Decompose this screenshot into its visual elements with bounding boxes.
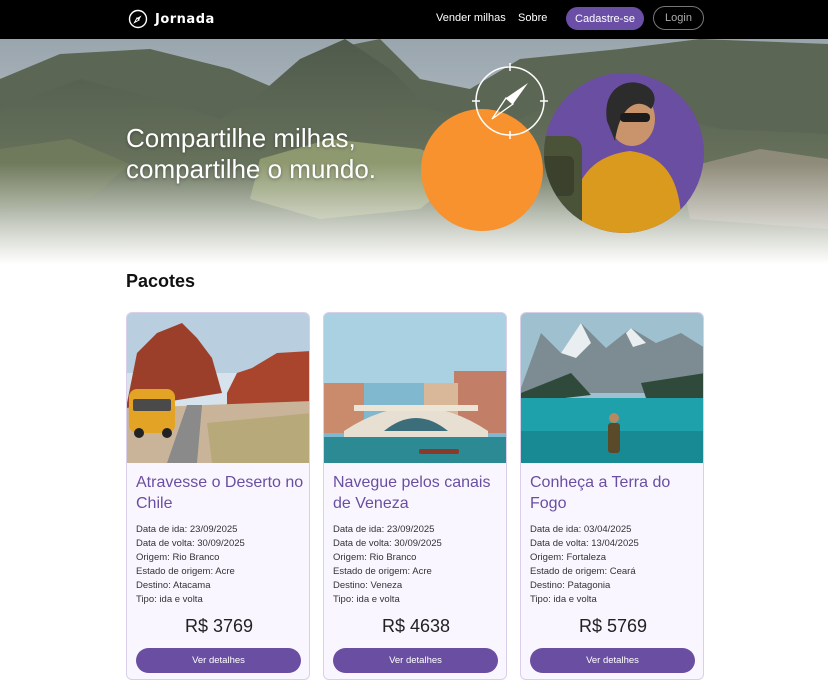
login-button[interactable]: Login (653, 6, 704, 30)
view-details-button[interactable]: Ver detalhes (530, 648, 695, 673)
detail-origin: Origem: Rio Branco (333, 552, 417, 563)
detail-departure: Data de ida: 23/09/2025 (333, 524, 435, 535)
detail-departure: Data de ida: 03/04/2025 (530, 524, 632, 535)
package-title: Conheça a Terra do Fogo (530, 474, 671, 512)
view-details-button[interactable]: Ver detalhes (136, 648, 301, 673)
detail-destination: Destino: Veneza (333, 580, 403, 591)
package-price: R$ 4638 (381, 616, 451, 636)
hero-banner: Compartilhe milhas, compartilhe o mundo. (0, 39, 828, 264)
package-photo-lake (521, 313, 703, 463)
detail-type: Tipo: ida e volta (333, 594, 400, 605)
detail-origin-state: Estado de origem: Ceará (530, 566, 636, 577)
detail-return: Data de volta: 30/09/2025 (136, 538, 245, 549)
detail-return: Data de volta: 13/04/2025 (530, 538, 639, 549)
package-photo-venice (324, 313, 506, 463)
package-price: R$ 5769 (578, 616, 648, 636)
detail-departure: Data de ida: 23/09/2025 (136, 524, 238, 535)
package-title: Navegue pelos canais de Veneza (333, 474, 491, 512)
package-price: R$ 3769 (184, 616, 254, 636)
package-photo-desert (127, 313, 309, 463)
hero-title-line2: compartilhe o mundo. (126, 154, 377, 184)
signup-button[interactable]: Cadastre-se (566, 7, 644, 30)
nav-sobre[interactable]: Sobre (518, 12, 547, 24)
nav-vender-milhas[interactable]: Vender milhas (436, 12, 506, 24)
view-details-button[interactable]: Ver detalhes (333, 648, 498, 673)
hero-title-line1: Compartilhe milhas, (126, 123, 356, 153)
logo-compass-icon (128, 9, 148, 29)
detail-origin-state: Estado de origem: Acre (333, 566, 432, 577)
detail-origin: Origem: Fortaleza (530, 552, 607, 563)
detail-type: Tipo: ida e volta (530, 594, 597, 605)
package-title: Atravesse o Deserto no Chile (136, 474, 304, 512)
detail-destination: Destino: Patagonia (530, 580, 611, 591)
detail-return: Data de volta: 30/09/2025 (333, 538, 442, 549)
detail-origin: Origem: Rio Branco (136, 552, 220, 563)
orange-circle (421, 109, 543, 231)
hero-illustration (421, 63, 704, 233)
package-details: Data de ida: 03/04/2025 Data de volta: 1… (530, 523, 639, 607)
brand-name: Jornada (155, 11, 215, 27)
detail-destination: Destino: Atacama (136, 580, 211, 591)
package-card[interactable]: Atravesse o Deserto no Chile Data de ida… (126, 312, 310, 680)
package-details: Data de ida: 23/09/2025 Data de volta: 3… (333, 523, 442, 607)
package-details: Data de ida: 23/09/2025 Data de volta: 3… (136, 523, 245, 607)
top-navbar: Jornada Vender milhas Sobre Cadastre-se … (0, 0, 828, 39)
brand-logo[interactable]: Jornada (128, 8, 215, 30)
detail-type: Tipo: ida e volta (136, 594, 203, 605)
package-card[interactable]: Conheça a Terra do Fogo Data de ida: 03/… (520, 312, 704, 680)
detail-origin-state: Estado de origem: Acre (136, 566, 235, 577)
package-card[interactable]: Navegue pelos canais de Veneza Data de i… (323, 312, 507, 680)
section-title-pacotes: Pacotes (126, 271, 196, 291)
hero-title: Compartilhe milhas, compartilhe o mundo. (126, 123, 376, 185)
